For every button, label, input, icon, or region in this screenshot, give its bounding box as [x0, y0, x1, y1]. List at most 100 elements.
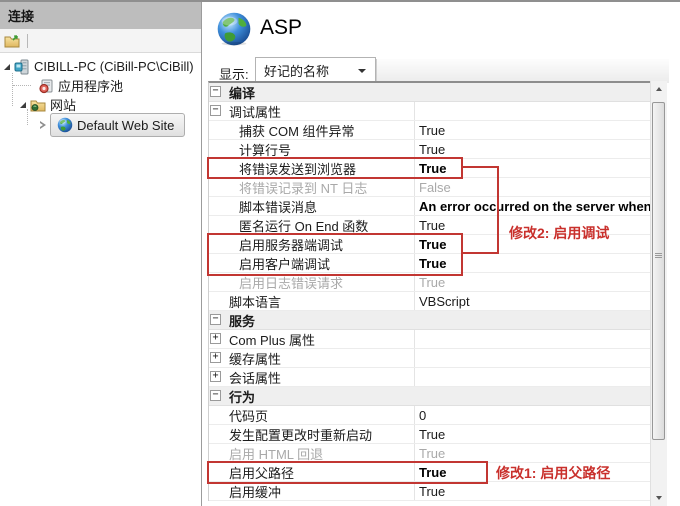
- scroll-down-button[interactable]: [651, 490, 667, 506]
- property-value-cell[interactable]: True: [414, 444, 653, 462]
- property-label: 启用父路径: [209, 463, 294, 481]
- expand-icon[interactable]: +: [210, 352, 221, 363]
- collapse-icon[interactable]: −: [210, 86, 221, 97]
- property-value-cell[interactable]: False: [414, 178, 653, 196]
- property-value-cell[interactable]: True: [414, 254, 653, 272]
- grid-row[interactable]: −服务: [209, 311, 653, 330]
- asp-globe-icon: [216, 11, 252, 47]
- property-value-cell[interactable]: [414, 349, 653, 367]
- property-name-cell: 脚本错误消息: [209, 197, 414, 215]
- grid-row[interactable]: 脚本错误消息 An error occurred on the server wh…: [209, 197, 653, 216]
- scroll-up-button[interactable]: [651, 81, 667, 97]
- toolbar-separator: [27, 34, 28, 48]
- property-value-cell[interactable]: True: [414, 121, 653, 139]
- grid-row[interactable]: 启用缓冲True: [209, 482, 653, 501]
- grid-row[interactable]: 将错误记录到 NT 日志 False: [209, 178, 653, 197]
- collapse-icon[interactable]: −: [210, 105, 221, 116]
- grid-row[interactable]: 将错误发送到浏览器True: [209, 159, 653, 178]
- grid-row[interactable]: 启用父路径 True: [209, 463, 653, 482]
- grid-row[interactable]: 捕获 COM 组件异常True: [209, 121, 653, 140]
- selected-item-highlight[interactable]: Default Web Site: [50, 113, 185, 137]
- property-name-cell: 计算行号: [209, 140, 414, 158]
- property-value-cell[interactable]: True: [414, 159, 653, 177]
- arrow-up-icon: [656, 87, 662, 91]
- tree-item-sites[interactable]: 网站: [20, 95, 76, 114]
- property-value-cell[interactable]: True: [414, 235, 653, 253]
- property-value-cell[interactable]: True: [414, 140, 653, 158]
- grid-row[interactable]: 计算行号True: [209, 140, 653, 159]
- tree-item-application-pools[interactable]: 应用程序池: [34, 76, 123, 95]
- collapse-icon[interactable]: −: [210, 314, 221, 325]
- new-connection-folder-icon[interactable]: [4, 33, 20, 49]
- grid-row[interactable]: −编译: [209, 83, 653, 102]
- property-value-cell[interactable]: 0: [414, 406, 653, 424]
- grid-row[interactable]: +会话属性: [209, 368, 653, 387]
- grid-row[interactable]: 匿名运行 On End 函数True: [209, 216, 653, 235]
- property-name-cell: 发生配置更改时重新启动: [209, 425, 414, 443]
- grid-row[interactable]: 启用客户端调试True: [209, 254, 653, 273]
- tree-item-label: Default Web Site: [77, 118, 174, 133]
- property-label: 脚本错误消息: [209, 197, 317, 215]
- connections-tree: CIBILL-PC (CiBill-PC\CiBill) 应用程序池: [0, 53, 201, 505]
- tree-item-server[interactable]: CIBILL-PC (CiBill-PC\CiBill): [4, 57, 194, 76]
- property-value-cell[interactable]: [414, 102, 653, 120]
- collapsed-arrow-icon[interactable]: [40, 121, 46, 129]
- iis-manager-window: 连接 CIBILL-PC (CiBill-PC\CiB: [0, 0, 680, 506]
- grid-row[interactable]: 启用服务器端调试True: [209, 235, 653, 254]
- property-label: 发生配置更改时重新启动: [209, 425, 372, 443]
- property-label: 将错误记录到 NT 日志: [209, 178, 367, 196]
- sites-folder-icon: [30, 97, 46, 113]
- connections-header: 连接: [0, 2, 201, 29]
- property-value-cell[interactable]: True: [414, 463, 653, 481]
- property-name-cell: −编译: [209, 83, 414, 101]
- grid-row[interactable]: 脚本语言VBScript: [209, 292, 653, 311]
- grid-row[interactable]: 代码页0: [209, 406, 653, 425]
- property-name-cell: 启用服务器端调试: [209, 235, 414, 253]
- property-name-cell: +会话属性: [209, 368, 414, 386]
- grid-row[interactable]: −行为: [209, 387, 653, 406]
- property-value-cell[interactable]: True: [414, 216, 653, 234]
- property-value-cell[interactable]: VBScript: [414, 292, 653, 310]
- property-name-cell: 启用 HTML 回退: [209, 444, 414, 462]
- property-value-cell[interactable]: True: [414, 425, 653, 443]
- scrollbar-thumb[interactable]: [652, 102, 665, 440]
- grid-row[interactable]: +缓存属性: [209, 349, 653, 368]
- property-value-cell[interactable]: [414, 330, 653, 348]
- tree-item-label: 应用程序池: [58, 76, 123, 95]
- globe-icon: [57, 117, 73, 133]
- arrow-down-icon: [656, 496, 662, 500]
- property-value-cell[interactable]: [414, 368, 653, 386]
- property-name-cell: 匿名运行 On End 函数: [209, 216, 414, 234]
- grid-row[interactable]: 发生配置更改时重新启动 True: [209, 425, 653, 444]
- expand-icon[interactable]: +: [210, 333, 221, 344]
- property-name-cell: 脚本语言: [209, 292, 414, 310]
- property-value-cell[interactable]: [414, 387, 653, 405]
- grid-row[interactable]: 启用日志错误请求 True: [209, 273, 653, 292]
- expanded-arrow-icon[interactable]: [20, 102, 26, 108]
- grid-row[interactable]: 启用 HTML 回退True: [209, 444, 653, 463]
- property-value-cell[interactable]: [414, 311, 653, 329]
- property-name-cell: 启用父路径: [209, 463, 414, 481]
- property-name-cell: −服务: [209, 311, 414, 329]
- property-value-cell[interactable]: An error occurred on the server when: [414, 197, 653, 215]
- property-value-cell[interactable]: [414, 83, 653, 101]
- expand-icon[interactable]: +: [210, 371, 221, 382]
- application-pools-icon: [38, 78, 54, 94]
- property-name-cell: 将错误记录到 NT 日志: [209, 178, 414, 196]
- expanded-arrow-icon[interactable]: [4, 64, 10, 70]
- vertical-scrollbar[interactable]: [650, 81, 667, 506]
- display-mode-value: 好记的名称: [264, 61, 329, 80]
- property-label: 启用日志错误请求: [209, 273, 343, 291]
- tree-connector: [12, 73, 13, 106]
- property-name-cell: +缓存属性: [209, 349, 414, 367]
- grid-row[interactable]: −调试属性: [209, 102, 653, 121]
- display-mode-dropdown[interactable]: 好记的名称: [255, 57, 376, 83]
- connections-toolbar: [0, 29, 201, 53]
- grid-row[interactable]: +Com Plus 属性: [209, 330, 653, 349]
- property-value-cell[interactable]: True: [414, 482, 653, 500]
- chevron-down-icon: [358, 69, 366, 73]
- collapse-icon[interactable]: −: [210, 390, 221, 401]
- tree-item-default-web-site[interactable]: Default Web Site: [40, 114, 185, 136]
- property-grid: −编译−调试属性捕获 COM 组件异常True计算行号True将错误发送到浏览器…: [208, 81, 653, 501]
- property-value-cell[interactable]: True: [414, 273, 653, 291]
